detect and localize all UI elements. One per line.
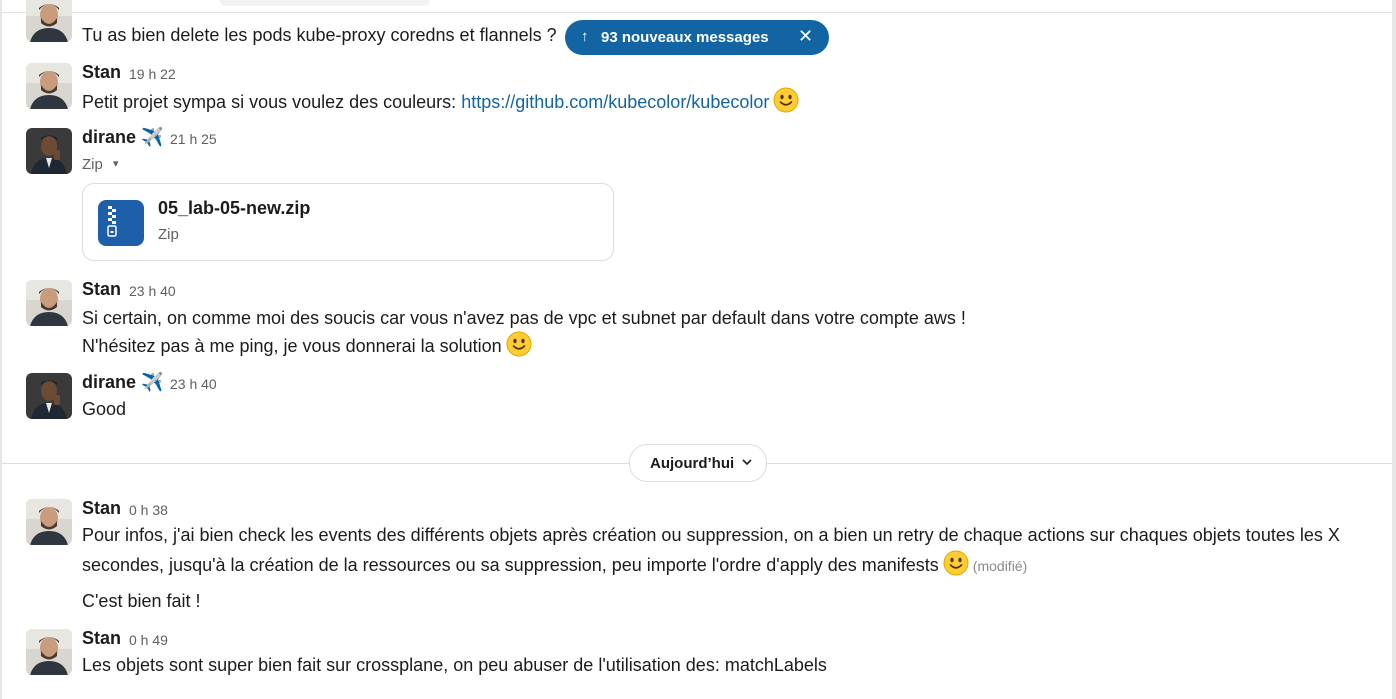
- message-text-line: N'hésitez pas à me ping, je vous donnera…: [82, 336, 502, 356]
- message-author[interactable]: Stan: [82, 279, 121, 300]
- edited-label: (modifié): [972, 558, 1028, 574]
- zip-file-icon: [98, 200, 144, 246]
- message-text: Petit projet sympa si vous voulez des co…: [82, 87, 799, 115]
- message-text: N'hésitez pas à me ping, je vous donnera…: [82, 331, 532, 359]
- avatar-dirane[interactable]: [26, 128, 72, 174]
- slightly-smiling-face-icon: [506, 331, 532, 357]
- author-name: dirane: [82, 127, 137, 147]
- message-timestamp[interactable]: 19 h 22: [129, 66, 176, 82]
- message-timestamp[interactable]: 23 h 40: [129, 283, 176, 299]
- avatar-stan[interactable]: [26, 280, 72, 326]
- slightly-smiling-face-icon: [943, 550, 969, 576]
- message-text-part: Petit projet sympa si vous voulez des co…: [82, 92, 462, 112]
- pane-right-border: [1392, 0, 1396, 699]
- attachment-type-label[interactable]: Zip: [82, 156, 103, 173]
- message-link[interactable]: https://github.com/kubecolor/kubecolor: [461, 92, 769, 112]
- message-author[interactable]: Stan: [82, 628, 121, 649]
- avatar-stan[interactable]: [26, 499, 72, 545]
- chevron-down-icon: [742, 455, 752, 469]
- top-partial-element: [220, 0, 430, 6]
- new-messages-banner[interactable]: ↑ 93 nouveaux messages ✕: [565, 20, 829, 55]
- airplane-status-icon: ✈️: [141, 372, 164, 392]
- message-timestamp[interactable]: 23 h 40: [170, 376, 217, 392]
- day-divider-button[interactable]: Aujourd’hui: [629, 444, 767, 482]
- file-name[interactable]: 05_lab-05-new.zip: [158, 198, 310, 219]
- message-timestamp[interactable]: 21 h 25: [170, 131, 217, 147]
- pane-left-border: [0, 0, 2, 699]
- close-icon[interactable]: ✕: [798, 26, 813, 47]
- message-author[interactable]: dirane ✈️: [82, 127, 163, 148]
- message-author[interactable]: dirane ✈️: [82, 372, 163, 393]
- top-divider: [2, 12, 1392, 13]
- new-messages-label: 93 nouveaux messages: [601, 29, 769, 46]
- slightly-smiling-face-icon: [773, 87, 799, 113]
- message-timestamp[interactable]: 0 h 38: [129, 502, 168, 518]
- author-name: dirane: [82, 372, 137, 392]
- file-attachment-card[interactable]: 05_lab-05-new.zip Zip: [82, 183, 614, 261]
- message-text: secondes, jusqu'à la création de la ress…: [82, 550, 1027, 579]
- message-text: Les objets sont super bien fait sur cros…: [82, 655, 827, 675]
- airplane-status-icon: ✈️: [141, 127, 164, 147]
- message-text: Tu as bien delete les pods kube-proxy co…: [82, 25, 557, 45]
- message-text-line: Pour infos, j'ai bien check les events d…: [82, 525, 1340, 545]
- message-text-line: Si certain, on comme moi des soucis car …: [82, 308, 966, 328]
- day-divider-label: Aujourd’hui: [650, 455, 735, 472]
- avatar-stan[interactable]: [26, 0, 72, 42]
- message-author[interactable]: Stan: [82, 498, 121, 519]
- message-timestamp[interactable]: 0 h 49: [129, 632, 168, 648]
- file-type: Zip: [158, 226, 179, 243]
- avatar-stan[interactable]: [26, 629, 72, 675]
- message-text: C'est bien fait !: [82, 591, 201, 611]
- arrow-up-icon: ↑: [581, 28, 589, 45]
- chevron-down-icon[interactable]: ▾: [113, 157, 119, 170]
- avatar-stan[interactable]: [26, 63, 72, 109]
- avatar-dirane[interactable]: [26, 373, 72, 419]
- message-author[interactable]: Stan: [82, 62, 121, 83]
- message-text-line: secondes, jusqu'à la création de la ress…: [82, 555, 939, 575]
- message-text: Good: [82, 399, 127, 419]
